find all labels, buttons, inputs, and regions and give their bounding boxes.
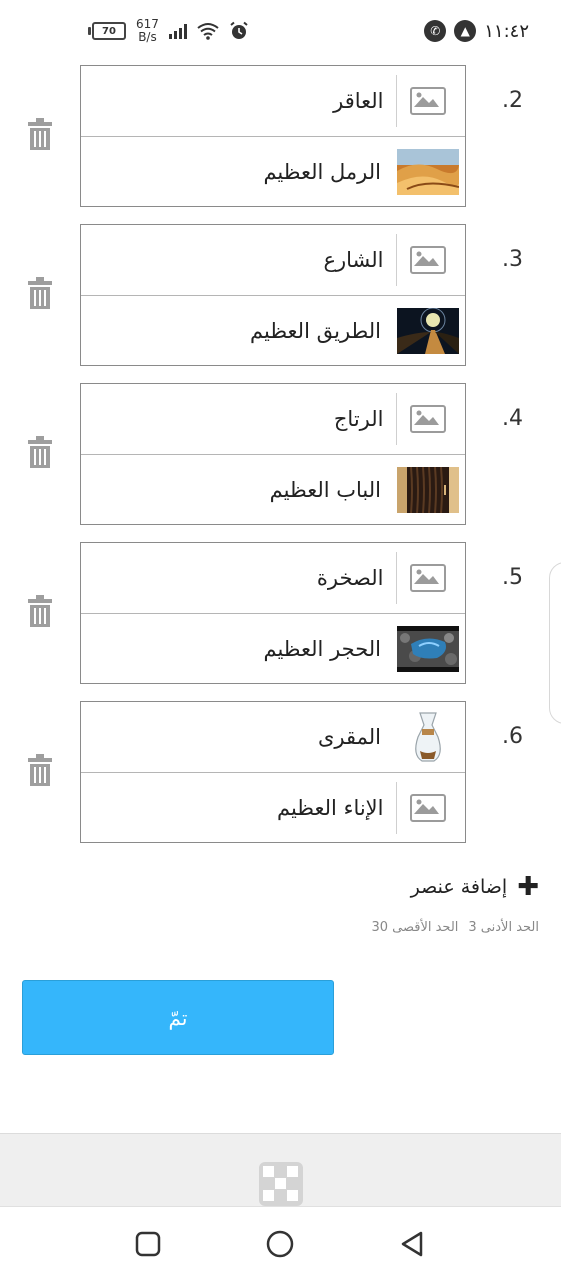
system-nav-bar bbox=[0, 1206, 561, 1281]
pair-term[interactable]: الرتاج bbox=[81, 384, 465, 455]
image-placeholder-icon[interactable] bbox=[397, 552, 459, 604]
term-label: العاقر bbox=[333, 89, 384, 113]
status-bar: 70 617 B/s ✆ ▲ ١١:٤٢ bbox=[0, 0, 561, 62]
board-grid-icon[interactable] bbox=[259, 1162, 303, 1206]
match-pair: العاقر الرمل العظيم bbox=[80, 65, 466, 207]
mountain-app-icon: ▲ bbox=[454, 20, 477, 42]
coffee-pot-photo[interactable] bbox=[397, 711, 459, 763]
pair-term[interactable]: الشارع bbox=[81, 225, 465, 296]
back-icon[interactable] bbox=[395, 1227, 429, 1261]
trash-icon[interactable] bbox=[26, 118, 54, 150]
add-item-button[interactable]: ✚ إضافة عنصر bbox=[411, 874, 539, 900]
desert-dunes-photo[interactable] bbox=[397, 146, 459, 198]
image-placeholder-icon[interactable] bbox=[397, 393, 459, 445]
door-photo[interactable] bbox=[397, 464, 459, 516]
match-pair: الشارع الطريق العظيم bbox=[80, 224, 466, 366]
network-speed: 617 B/s bbox=[136, 18, 159, 44]
row-number: .6 bbox=[502, 724, 523, 749]
definition-label: الرمل العظيم bbox=[263, 160, 381, 184]
image-placeholder-icon[interactable] bbox=[397, 782, 459, 834]
row-number: .2 bbox=[502, 88, 523, 113]
min-limit: الحد الأدنى 3 bbox=[468, 920, 539, 935]
item-limits: الحد الأدنى 3 الحد الأقصى 30 bbox=[371, 920, 539, 935]
match-pair: المقرى الإناء العظيم bbox=[80, 701, 466, 843]
row-number: .4 bbox=[502, 406, 523, 431]
scroll-hint bbox=[549, 562, 561, 724]
definition-label: الطريق العظيم bbox=[250, 319, 381, 343]
status-right: ✆ ▲ ١١:٤٢ bbox=[424, 16, 529, 46]
battery-level: 70 bbox=[102, 25, 116, 37]
pair-definition[interactable]: الإناء العظيم bbox=[81, 773, 465, 843]
term-label: الشارع bbox=[323, 248, 384, 272]
term-label: الصخرة bbox=[316, 566, 384, 590]
pair-definition[interactable]: الطريق العظيم bbox=[81, 296, 465, 366]
plus-icon: ✚ bbox=[517, 872, 539, 902]
match-pair: الصخرة الحجر العظيم bbox=[80, 542, 466, 684]
term-label: الرتاج bbox=[333, 407, 384, 431]
pair-definition[interactable]: الحجر العظيم bbox=[81, 614, 465, 684]
battery-icon: 70 bbox=[88, 22, 126, 40]
max-limit: الحد الأقصى 30 bbox=[371, 920, 459, 935]
pair-definition[interactable]: الرمل العظيم bbox=[81, 137, 465, 207]
trash-icon[interactable] bbox=[26, 277, 54, 309]
add-item-label: إضافة عنصر bbox=[410, 876, 508, 898]
pair-term[interactable]: المقرى bbox=[81, 702, 465, 773]
status-left: 70 617 B/s bbox=[88, 16, 249, 46]
road-photo[interactable] bbox=[397, 305, 459, 357]
pair-term[interactable]: العاقر bbox=[81, 66, 465, 137]
definition-label: الحجر العظيم bbox=[263, 637, 381, 661]
pair-term[interactable]: الصخرة bbox=[81, 543, 465, 614]
match-pair: الرتاج الباب العظيم bbox=[80, 383, 466, 525]
definition-label: الإناء العظيم bbox=[276, 796, 384, 820]
home-icon[interactable] bbox=[263, 1227, 297, 1261]
stone-photo[interactable] bbox=[397, 623, 459, 675]
row-number: .3 bbox=[502, 247, 523, 272]
pair-definition[interactable]: الباب العظيم bbox=[81, 455, 465, 525]
done-button[interactable]: تمّ bbox=[22, 980, 334, 1055]
clock: ١١:٤٢ bbox=[484, 20, 529, 42]
trash-icon[interactable] bbox=[26, 436, 54, 468]
trash-icon[interactable] bbox=[26, 754, 54, 786]
image-placeholder-icon[interactable] bbox=[397, 234, 459, 286]
definition-label: الباب العظيم bbox=[269, 478, 381, 502]
recent-apps-icon[interactable] bbox=[131, 1227, 165, 1261]
row-number: .5 bbox=[502, 565, 523, 590]
signal-icon bbox=[168, 23, 187, 39]
network-speed-unit: B/s bbox=[138, 30, 157, 44]
phone-call-icon: ✆ bbox=[424, 20, 447, 42]
alarm-icon bbox=[230, 21, 248, 39]
trash-icon[interactable] bbox=[26, 595, 54, 627]
wifi-icon bbox=[197, 23, 219, 40]
image-placeholder-icon[interactable] bbox=[397, 75, 459, 127]
term-label: المقرى bbox=[317, 725, 381, 749]
